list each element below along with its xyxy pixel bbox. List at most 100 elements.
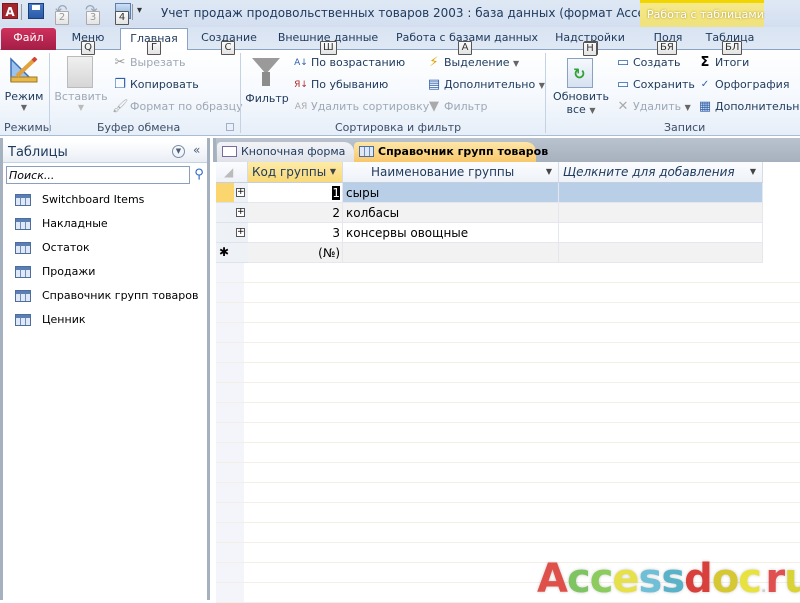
nav-item-label: Продажи <box>42 265 96 278</box>
nav-item-switchboard-items[interactable]: Switchboard Items <box>14 190 204 210</box>
window-title: Учет продаж продовольственных товаров 20… <box>161 6 708 20</box>
column-header-label: Щелкните для добавления <box>563 165 735 179</box>
watermark-letter: c <box>589 556 614 602</box>
cut-button[interactable]: ✂ Вырезать <box>112 53 186 73</box>
spelling-check-icon: ✓ <box>700 79 710 90</box>
nav-item-stock[interactable]: Остаток <box>14 238 204 258</box>
table-icon <box>15 194 31 206</box>
filter-label: Фильтр <box>245 92 289 105</box>
selection-button[interactable]: ⚡ Выделение ▼ <box>426 53 519 73</box>
keytip-create: С <box>221 41 235 55</box>
empty-grid-row <box>216 283 800 303</box>
keytip-qat-4: 4 <box>115 11 129 25</box>
select-all-button[interactable]: ◢ <box>216 162 248 183</box>
more-grid-icon: ▦ <box>698 99 712 114</box>
selection-filter-icon: ⚡ <box>429 55 439 70</box>
nav-item-product-groups[interactable]: Справочник групп товаров <box>14 286 204 306</box>
filter-button[interactable]: Фильтр <box>245 92 289 105</box>
nav-pane-menu-chevron-icon[interactable]: ▼ <box>172 145 185 158</box>
column-menu-chevron-icon[interactable]: ▼ <box>546 162 552 182</box>
object-tab-label: Справочник групп товаров <box>378 145 549 158</box>
new-record-button[interactable]: ▭ Создать <box>615 53 681 73</box>
nav-item-sales[interactable]: Продажи <box>14 262 204 282</box>
totals-button[interactable]: Σ Итоги <box>697 53 750 73</box>
clipboard-dialog-launcher[interactable] <box>226 123 234 131</box>
sort-descending-button[interactable]: Я↓ По убыванию <box>293 75 388 95</box>
sort-ascending-button[interactable]: А↓ По возрастанию <box>293 53 405 73</box>
spelling-label: Орфография <box>715 78 790 91</box>
nav-pane-title[interactable]: Таблицы <box>8 145 68 160</box>
cell-name[interactable]: консервы овощные <box>343 223 559 243</box>
copy-button[interactable]: ❐ Копировать <box>112 75 199 95</box>
refresh-all-button[interactable]: Обновить все ▼ <box>550 90 612 116</box>
advanced-filter-label: Дополнительно <box>444 78 536 91</box>
table-icon <box>15 314 31 326</box>
column-header-click-to-add[interactable]: Щелкните для добавления ▼ <box>559 162 763 183</box>
cell-code[interactable]: 2 <box>248 203 343 223</box>
cell-name[interactable]: колбасы <box>343 203 559 223</box>
copy-icon: ❐ <box>114 77 126 92</box>
cell-code[interactable]: 1 <box>248 183 343 203</box>
empty-grid-row <box>216 263 800 283</box>
save-icon[interactable] <box>28 3 44 19</box>
cell-add[interactable] <box>559 223 763 243</box>
nav-item-label: Switchboard Items <box>42 193 145 206</box>
customize-qat-icon[interactable]: ▾ <box>137 5 142 16</box>
spelling-button[interactable]: ✓ Орфография <box>697 75 790 95</box>
cell-add-new[interactable] <box>559 243 763 263</box>
table-icon <box>15 218 31 230</box>
sort-ascending-icon: А↓ <box>294 58 308 68</box>
expand-subdatasheet-icon[interactable]: + <box>236 228 245 237</box>
column-header-code[interactable]: Код группы ▼ <box>248 162 343 183</box>
watermark-letter: c <box>738 556 762 602</box>
nav-search-input[interactable] <box>6 166 190 184</box>
remove-sort-label: Удалить сортировку <box>311 100 430 113</box>
delete-record-button[interactable]: ✕ Удалить ▼ <box>615 97 691 117</box>
expand-subdatasheet-icon[interactable]: + <box>236 208 245 217</box>
record-selector[interactable] <box>216 183 234 203</box>
expand-subdatasheet-icon[interactable]: + <box>236 188 245 197</box>
tab-file[interactable]: Файл <box>1 28 56 50</box>
format-painter-label: Формат по образцу <box>130 100 243 113</box>
nav-item-invoices[interactable]: Накладные <box>14 214 204 234</box>
watermark-letter: s <box>638 556 663 602</box>
save-record-icon: ▭ <box>616 77 630 92</box>
delete-icon: ✕ <box>617 99 629 114</box>
more-records-button[interactable]: ▦ Дополнительно <box>697 97 800 117</box>
new-record-icon: ▭ <box>616 55 630 70</box>
column-menu-chevron-icon[interactable]: ▼ <box>330 162 336 182</box>
empty-grid-row <box>216 403 800 423</box>
save-record-button[interactable]: ▭ Сохранить <box>615 75 695 95</box>
access-app-icon[interactable]: A <box>2 3 18 19</box>
cell-name-new[interactable] <box>343 243 559 263</box>
column-menu-chevron-icon[interactable]: ▼ <box>750 162 756 182</box>
advanced-filter-button[interactable]: ▤ Дополнительно ▼ <box>426 75 545 95</box>
object-tab-product-groups[interactable]: Справочник групп товаров <box>354 142 548 162</box>
watermark-letter: u <box>784 556 800 602</box>
cell-code[interactable]: 3 <box>248 223 343 243</box>
column-header-label: Код группы <box>252 165 327 179</box>
group-label-modes: Режимы <box>4 121 52 134</box>
cell-name[interactable]: сыры <box>343 183 559 203</box>
empty-grid-row <box>216 343 800 363</box>
nav-item-price-tags[interactable]: Ценник <box>14 310 204 330</box>
view-mode-button[interactable]: Режим ▼ <box>4 90 44 112</box>
chevron-down-icon: ▼ <box>77 103 85 112</box>
cell-add[interactable] <box>559 203 763 223</box>
chevron-down-icon: ▼ <box>538 81 545 90</box>
search-icon[interactable]: ⚲ <box>192 166 206 184</box>
cell-add[interactable] <box>559 183 763 203</box>
empty-grid-row <box>216 523 800 543</box>
cell-value: 1 <box>332 186 340 200</box>
collapse-nav-pane-icon[interactable]: « <box>193 143 200 157</box>
remove-sort-button[interactable]: АЯ Удалить сортировку <box>293 97 430 117</box>
group-separator <box>240 53 241 133</box>
keytip-refresh: Н <box>583 42 597 56</box>
toggle-filter-button[interactable]: ▼ Фильтр <box>426 97 488 117</box>
object-tab-switchboard-form[interactable]: Кнопочная форма <box>217 142 354 162</box>
paste-button[interactable]: Вставить ▼ <box>54 90 108 112</box>
cell-code-new[interactable]: (№) <box>248 243 343 263</box>
selection-label: Выделение <box>444 56 510 69</box>
format-painter-button[interactable]: 🖌 Формат по образцу <box>112 97 243 117</box>
column-header-name[interactable]: Наименование группы ▼ <box>343 162 559 183</box>
